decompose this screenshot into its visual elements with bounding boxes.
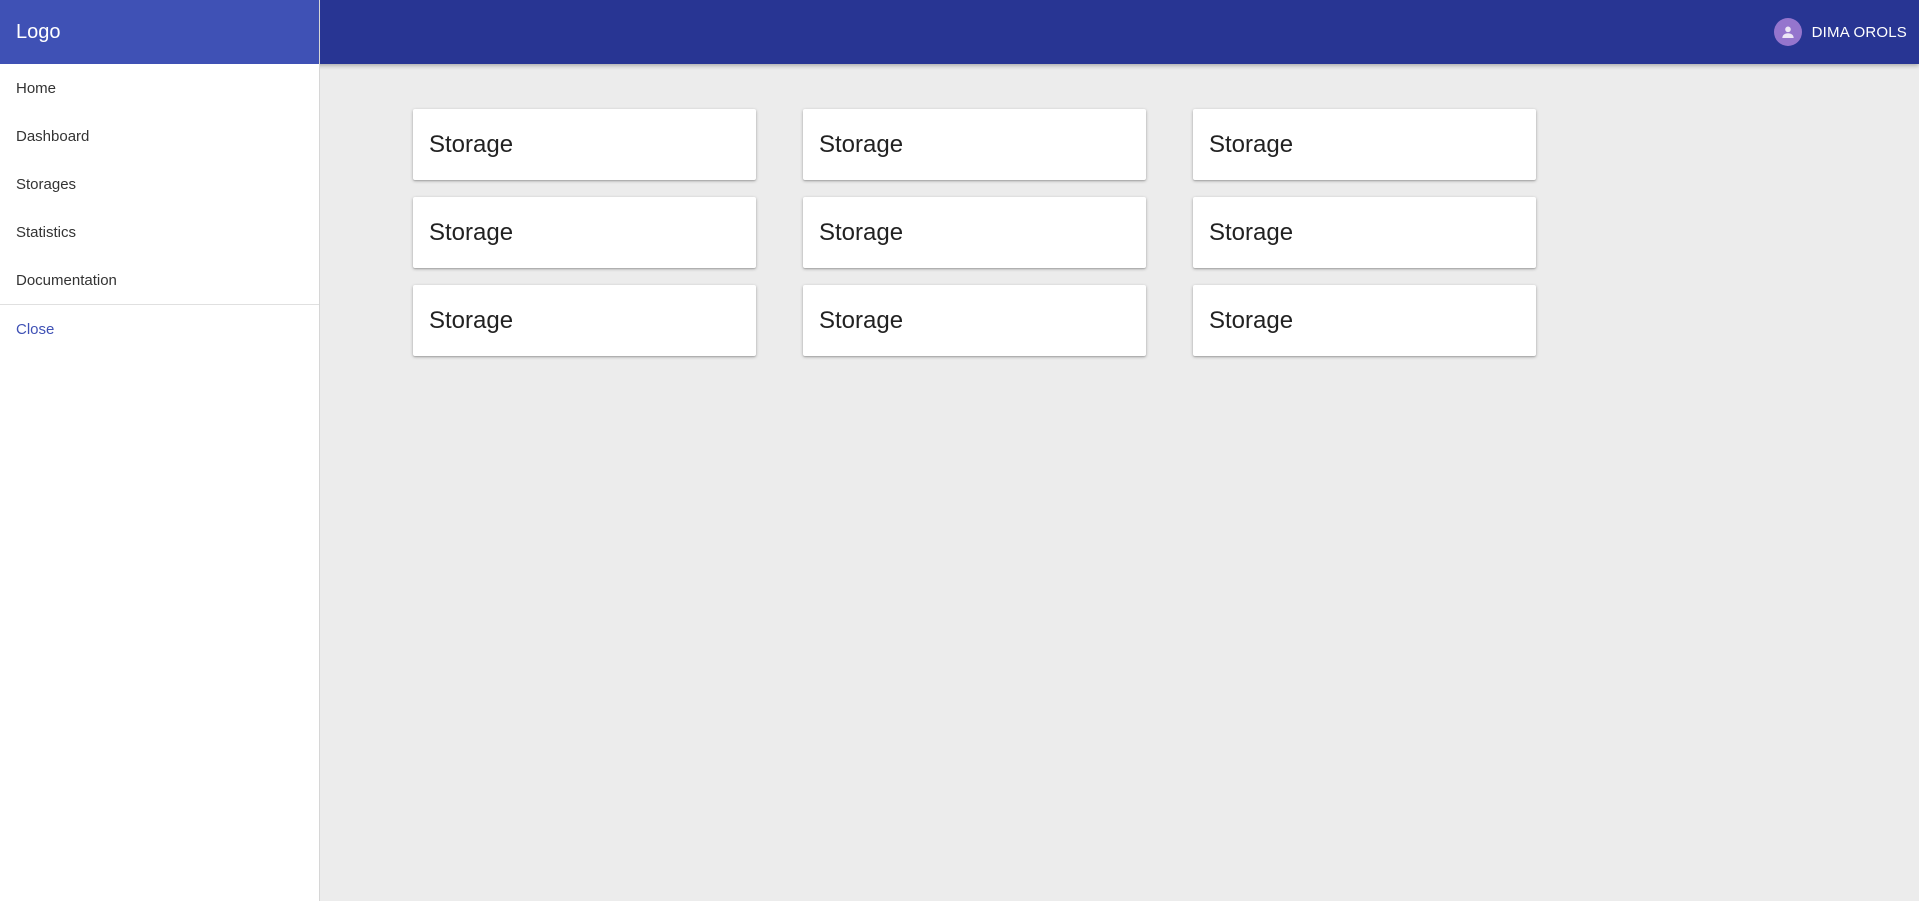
storage-card-title: Storage	[1209, 130, 1294, 158]
logo[interactable]: Logo	[16, 21, 61, 44]
storage-card[interactable]: Storage	[803, 285, 1146, 356]
sidebar-item-dashboard[interactable]: Dashboard	[0, 112, 319, 160]
storage-cards-grid: Storage Storage Storage Storage Storage …	[413, 109, 1563, 356]
storage-card-title: Storage	[429, 306, 514, 334]
storage-card-title: Storage	[429, 130, 514, 158]
storage-card[interactable]: Storage	[1193, 285, 1536, 356]
storage-card[interactable]: Storage	[413, 197, 756, 268]
user-menu[interactable]: DIMA OROLS	[1773, 0, 1907, 64]
sidebar-nav: Home Dashboard Storages Statistics Docum…	[0, 64, 319, 304]
avatar[interactable]	[1773, 18, 1802, 46]
sidebar-header: Logo	[0, 0, 319, 64]
sidebar-item-home[interactable]: Home	[0, 64, 319, 112]
storage-card[interactable]: Storage	[413, 285, 756, 356]
person-icon	[1781, 26, 1794, 38]
sidebar-close-link[interactable]: Close	[0, 305, 319, 353]
sidebar-item-statistics[interactable]: Statistics	[0, 208, 319, 256]
storage-card[interactable]: Storage	[803, 197, 1146, 268]
sidebar-item-storages[interactable]: Storages	[0, 160, 319, 208]
main-content: Storage Storage Storage Storage Storage …	[413, 109, 1563, 356]
user-name: DIMA OROLS	[1811, 23, 1907, 41]
storage-card-title: Storage	[819, 218, 904, 246]
storage-card-title: Storage	[429, 218, 514, 246]
app-root: DIMA OROLS Logo Home Dashboard Storages …	[0, 0, 1919, 901]
storage-card[interactable]: Storage	[1193, 109, 1536, 180]
storage-card-title: Storage	[819, 306, 904, 334]
sidebar-item-documentation[interactable]: Documentation	[0, 256, 319, 304]
storage-card[interactable]: Storage	[803, 109, 1146, 180]
storage-card[interactable]: Storage	[413, 109, 756, 180]
sidebar-drawer: Logo Home Dashboard Storages Statistics …	[0, 0, 320, 901]
storage-card-title: Storage	[819, 130, 904, 158]
storage-card-title: Storage	[1209, 306, 1294, 334]
storage-card[interactable]: Storage	[1193, 197, 1536, 268]
storage-card-title: Storage	[1209, 218, 1294, 246]
